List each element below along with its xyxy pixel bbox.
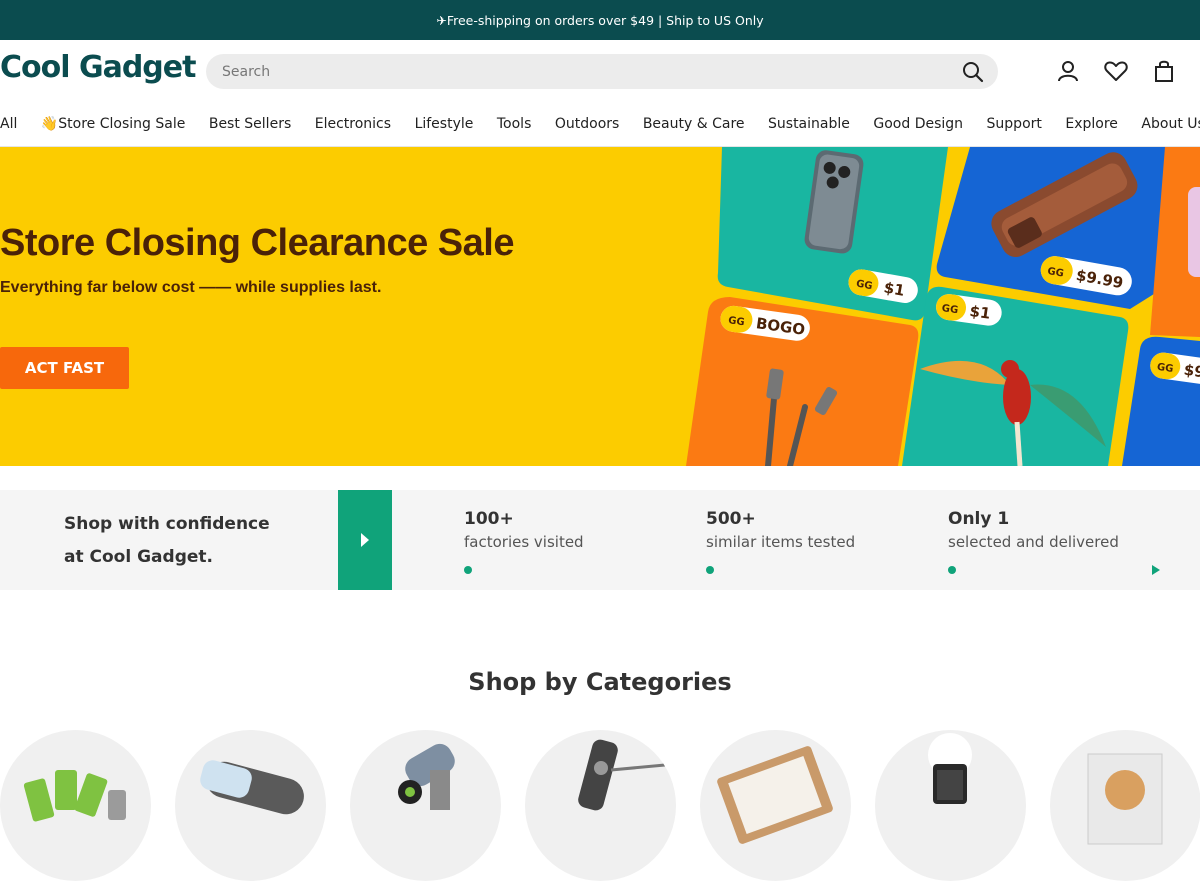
- announcement-text: ✈Free-shipping on orders over $49 | Ship…: [436, 12, 764, 28]
- nav-item-best-sellers[interactable]: Best Sellers: [209, 116, 291, 132]
- badge-price-1: $1: [882, 278, 906, 299]
- hero-banner[interactable]: Store Closing Clearance Sale Everything …: [0, 147, 1200, 466]
- progress-arrow: [426, 565, 1160, 575]
- stat-number: 100+: [464, 509, 514, 529]
- play-icon: [361, 533, 369, 547]
- badge-price-4: $9: [1183, 361, 1200, 382]
- hero-subtitle: Everything far below cost —— while suppl…: [0, 279, 382, 296]
- category-lamp[interactable]: [1050, 730, 1200, 881]
- stat-number: Only 1: [948, 509, 1010, 529]
- stat-selected: Only 1 selected and delivered: [948, 508, 1119, 554]
- search-icon[interactable]: [948, 54, 998, 89]
- search-input[interactable]: [206, 63, 948, 80]
- cart-bag-icon[interactable]: [1140, 56, 1188, 86]
- category-multitool[interactable]: [525, 730, 676, 881]
- stat-label: similar items tested: [706, 533, 856, 551]
- nav-item-lifestyle[interactable]: Lifestyle: [415, 116, 474, 132]
- hero-product-collage: GG $1 GG $9.99 GG BOGO GG $1 GG $9: [686, 147, 1200, 466]
- header: Cool Gadget: [0, 40, 1200, 102]
- nav-item-outdoors[interactable]: Outdoors: [555, 116, 619, 132]
- categories-row: [0, 730, 1200, 881]
- svg-text:GG: GG: [1156, 362, 1174, 375]
- category-flashlight[interactable]: [875, 730, 1026, 881]
- svg-text:GG: GG: [941, 303, 959, 316]
- nav-item-store-closing-sale[interactable]: 👋Store Closing Sale: [41, 116, 185, 132]
- svg-text:GG: GG: [727, 315, 745, 328]
- wishlist-heart-icon[interactable]: [1092, 56, 1140, 86]
- account-icon[interactable]: [1044, 56, 1092, 86]
- main-nav: All 👋Store Closing Sale Best Sellers Ele…: [0, 102, 1200, 147]
- hero-title: Store Closing Clearance Sale: [0, 222, 514, 264]
- stat-label: factories visited: [464, 533, 584, 551]
- announcement-bar: ✈Free-shipping on orders over $49 | Ship…: [0, 0, 1200, 40]
- nav-item-all[interactable]: All: [0, 116, 17, 132]
- category-massage-gun[interactable]: [350, 730, 501, 881]
- nav-item-good-design[interactable]: Good Design: [873, 116, 963, 132]
- category-sketch-board[interactable]: [700, 730, 851, 881]
- nav-item-about-us[interactable]: About Us: [1141, 116, 1200, 132]
- trust-lead: Shop with confidence at Cool Gadget.: [64, 508, 270, 574]
- logo[interactable]: Cool Gadget: [0, 50, 196, 85]
- nav-item-sustainable[interactable]: Sustainable: [768, 116, 850, 132]
- trust-lead-line2: at Cool Gadget.: [64, 547, 213, 567]
- stat-factories: 100+ factories visited: [464, 508, 584, 554]
- act-fast-button[interactable]: ACT FAST: [0, 347, 129, 389]
- stat-label: selected and delivered: [948, 533, 1119, 551]
- play-video-button[interactable]: [338, 490, 392, 590]
- stat-number: 500+: [706, 509, 756, 529]
- nav-item-support[interactable]: Support: [987, 116, 1042, 132]
- badge-price-3: $1: [968, 302, 991, 323]
- nav-item-explore[interactable]: Explore: [1065, 116, 1118, 132]
- category-usb-cables[interactable]: [0, 730, 151, 881]
- nav-item-tools[interactable]: Tools: [497, 116, 532, 132]
- categories-title: Shop by Categories: [468, 668, 732, 696]
- nav-item-beauty-care[interactable]: Beauty & Care: [643, 116, 745, 132]
- search-bar: [206, 54, 998, 89]
- nav-item-electronics[interactable]: Electronics: [315, 116, 391, 132]
- stat-items-tested: 500+ similar items tested: [706, 508, 855, 554]
- trust-section: Shop with confidence at Cool Gadget. 100…: [0, 490, 1200, 590]
- trust-lead-line1: Shop with confidence: [64, 514, 270, 534]
- category-portable-vacuum[interactable]: [175, 730, 326, 881]
